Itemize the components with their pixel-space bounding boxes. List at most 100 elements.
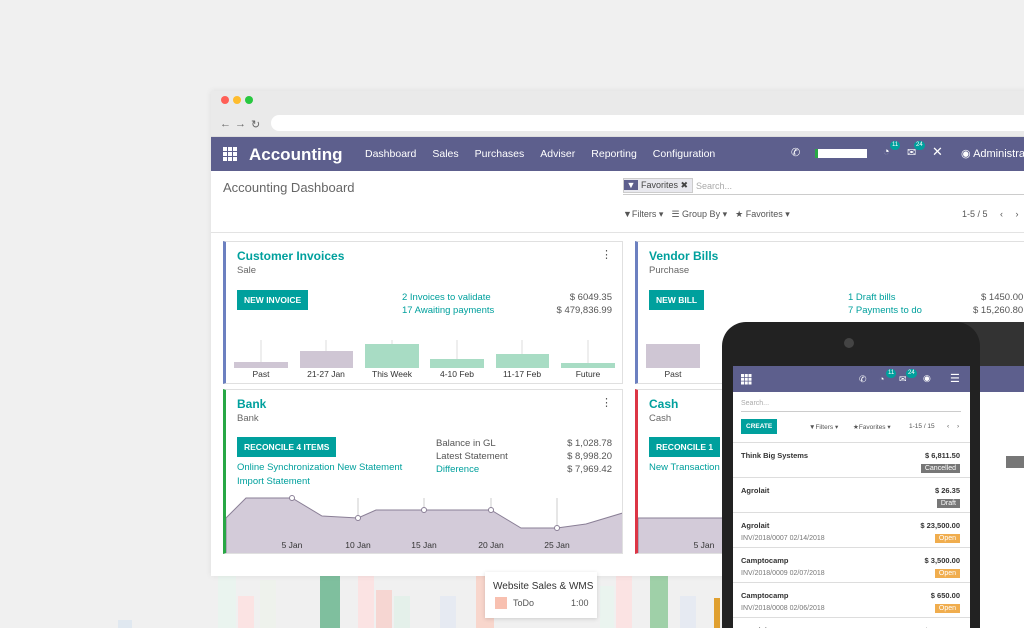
- partner-name: Agrolait: [741, 486, 770, 495]
- todo-time: 1:00: [571, 598, 589, 608]
- apps-grid-icon[interactable]: [741, 374, 752, 385]
- activity-icon[interactable]: ◔ 11: [879, 369, 897, 384]
- bar-11-17-feb[interactable]: [496, 354, 549, 368]
- maximize-dot[interactable]: [245, 96, 253, 104]
- draft-bills-link[interactable]: 1 Draft bills: [848, 292, 896, 303]
- favorites-dropdown[interactable]: ★ Favorites ▾: [735, 209, 790, 220]
- phone-icon[interactable]: ✆: [791, 146, 800, 159]
- messages-badge: 24: [906, 369, 917, 378]
- search-input[interactable]: Search...: [696, 181, 732, 191]
- x-axis-label: 15 Jan: [411, 540, 437, 550]
- reconcile-cash-button[interactable]: RECONCILE 1: [649, 437, 721, 457]
- messages-badge: 24: [914, 141, 925, 150]
- list-item[interactable]: Agrolait$ 1,633.95: [733, 617, 970, 628]
- chart-point[interactable]: [421, 507, 427, 513]
- address-bar[interactable]: [271, 115, 1024, 131]
- chart-point[interactable]: [355, 515, 361, 521]
- hamburger-icon[interactable]: ☰: [950, 372, 960, 385]
- minimize-dot[interactable]: [233, 96, 241, 104]
- main-menu: Dashboard Sales Purchases Adviser Report…: [365, 148, 715, 160]
- star-icon: ★: [735, 209, 744, 219]
- apps-grid-icon[interactable]: [223, 147, 237, 161]
- filters-dropdown[interactable]: ▼Filters ▾: [623, 209, 663, 220]
- new-bill-button[interactable]: NEW BILL: [649, 290, 705, 310]
- bar-this-week[interactable]: [365, 344, 419, 368]
- pager-prev-icon[interactable]: ‹: [947, 423, 949, 430]
- favorites-dropdown[interactable]: ★Favorites ▾: [853, 423, 891, 431]
- close-dot[interactable]: [221, 96, 229, 104]
- filter-icon: ▼: [624, 180, 638, 190]
- messages-icon[interactable]: ✉ 24: [899, 369, 917, 385]
- menu-reporting[interactable]: Reporting: [591, 148, 637, 160]
- difference-amount: $ 7,969.42: [567, 464, 612, 475]
- card-title[interactable]: Vendor Bills: [649, 249, 718, 263]
- filters-dropdown[interactable]: ▼Filters ▾: [809, 423, 838, 431]
- invoice-amount: $ 23,500.00: [920, 521, 960, 530]
- menu-configuration[interactable]: Configuration: [653, 148, 715, 160]
- bar-past[interactable]: [646, 344, 700, 368]
- remove-facet-icon[interactable]: ✖: [681, 180, 689, 190]
- pager-next-icon[interactable]: ›: [957, 423, 959, 430]
- card-title[interactable]: Website Sales & WMS: [493, 581, 593, 592]
- card-title[interactable]: Cash: [649, 397, 678, 411]
- chart-point[interactable]: [289, 495, 295, 501]
- list-item[interactable]: Agrolait $ 26.35 Draft: [733, 477, 970, 512]
- reload-icon[interactable]: ↻: [251, 118, 260, 131]
- new-transaction-link[interactable]: New Transaction: [649, 462, 720, 473]
- pager-value[interactable]: 1-5 / 5: [962, 209, 988, 219]
- difference-link[interactable]: Difference: [436, 464, 479, 475]
- tools-icon[interactable]: ✕: [932, 144, 943, 160]
- todo-swatch: [495, 597, 507, 609]
- menu-adviser[interactable]: Adviser: [540, 148, 575, 160]
- list-item[interactable]: Camptocamp INV/2018/0008 02/06/2018 $ 650.…: [733, 582, 970, 617]
- amount-awaiting: $ 479,836.99: [556, 305, 612, 316]
- pager-prev-icon[interactable]: ‹: [1000, 209, 1003, 219]
- kebab-icon[interactable]: ⋮: [601, 396, 612, 409]
- menu-dashboard[interactable]: Dashboard: [365, 148, 416, 160]
- avatar: ◉: [961, 148, 971, 160]
- create-button[interactable]: CREATE: [741, 419, 778, 434]
- card-subtitle: Cash: [649, 413, 672, 424]
- pager-next-icon[interactable]: ›: [1016, 209, 1019, 219]
- forward-icon[interactable]: →: [235, 118, 246, 130]
- favorites-facet[interactable]: ▼ Favorites ✖: [623, 178, 694, 193]
- bar-past[interactable]: [234, 362, 288, 368]
- reconcile-button[interactable]: RECONCILE 4 ITEMS: [237, 437, 337, 457]
- search-input[interactable]: Search...: [741, 398, 961, 412]
- phone-navbar: ✆ ◔ 11 ✉ 24 ◉ ☰: [733, 366, 970, 392]
- bar-4-10-feb[interactable]: [430, 359, 484, 368]
- bar-21-27-jan[interactable]: [300, 351, 353, 368]
- user-menu[interactable]: ◉ Administrator: [961, 147, 1024, 160]
- back-icon[interactable]: ←: [220, 118, 231, 130]
- messages-icon[interactable]: ✉ 24: [907, 141, 925, 159]
- bar-future[interactable]: [561, 363, 615, 368]
- activity-icon[interactable]: ◔ 11: [883, 141, 901, 158]
- list-item[interactable]: Agrolait INV/2018/0007 02/14/2018 $ 23,500…: [733, 512, 970, 547]
- invoices-to-validate-link[interactable]: 2 Invoices to validate: [402, 292, 491, 303]
- import-statement-link[interactable]: Import Statement: [237, 476, 310, 487]
- phone-icon[interactable]: ✆: [859, 374, 867, 385]
- group-by-dropdown[interactable]: ☰ Group By ▾: [671, 209, 727, 220]
- list-item[interactable]: Think Big Systems $ 6,811.50 Cancelled: [733, 442, 970, 477]
- search-options: ▼Filters ▾ ☰ Group By ▾ ★ Favorites ▾: [623, 209, 790, 220]
- kebab-icon[interactable]: ⋮: [601, 248, 612, 261]
- list-item[interactable]: Camptocamp INV/2018/0009 02/07/2018 $ 3,50…: [733, 547, 970, 582]
- menu-purchases[interactable]: Purchases: [475, 148, 525, 160]
- pager[interactable]: 1-15 / 15: [909, 423, 935, 430]
- chart-point[interactable]: [488, 507, 494, 513]
- balance-gl-amount: $ 1,028.78: [567, 438, 612, 449]
- new-invoice-button[interactable]: NEW INVOICE: [237, 290, 309, 310]
- status-badge: Open: [934, 569, 960, 578]
- avatar[interactable]: ◉: [923, 373, 931, 384]
- card-title[interactable]: Customer Invoices: [237, 249, 344, 263]
- search-box[interactable]: ▼ Favorites ✖ Search...: [623, 178, 1024, 195]
- awaiting-payments-link[interactable]: 17 Awaiting payments: [402, 305, 494, 316]
- online-sync-link[interactable]: Online Synchronization New Statement: [237, 462, 402, 473]
- card-title[interactable]: Bank: [237, 397, 266, 411]
- card-subtitle: Purchase: [649, 265, 690, 276]
- payments-to-do-link[interactable]: 7 Payments to do: [848, 305, 922, 316]
- menu-sales[interactable]: Sales: [432, 148, 458, 160]
- chart-point[interactable]: [554, 525, 560, 531]
- invoice-reference: INV/2018/0008 02/06/2018: [741, 605, 825, 612]
- status-bar-widget[interactable]: [815, 149, 867, 158]
